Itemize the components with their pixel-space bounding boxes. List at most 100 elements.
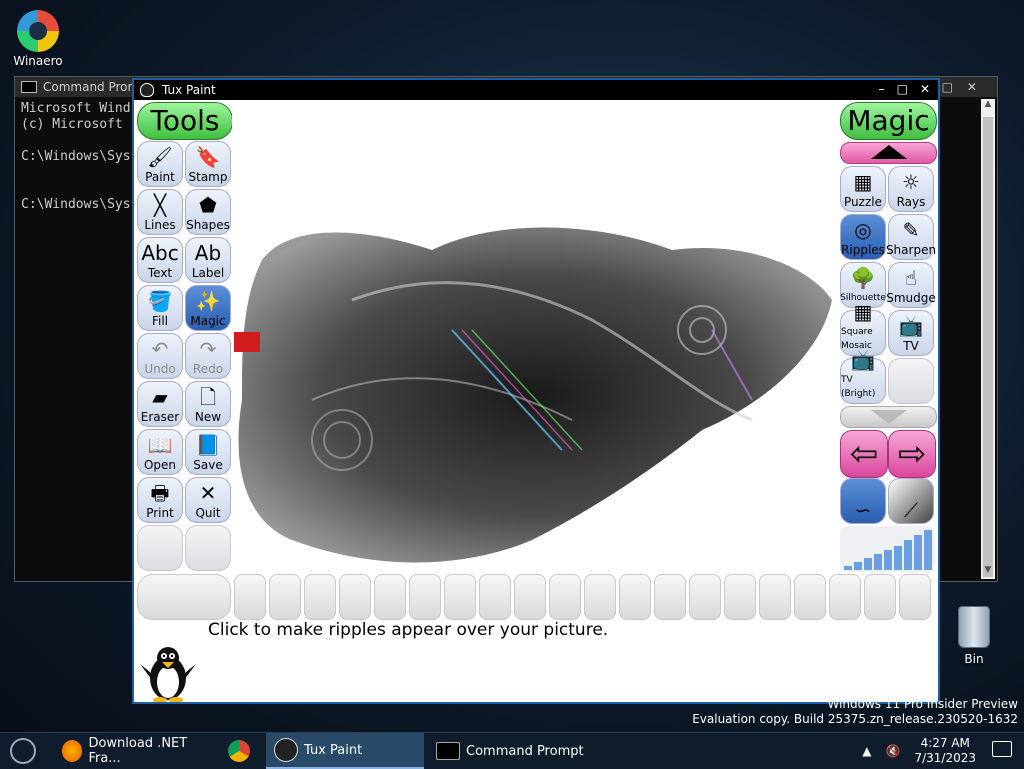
color-swatch[interactable] [549,574,581,620]
speaker-muted-icon[interactable]: 🔇 [886,744,901,758]
tool-quit-button[interactable]: ✕ Quit [185,477,231,523]
stamp-icon: 🔖 [195,145,221,169]
color-swatch[interactable] [724,574,756,620]
start-button[interactable] [6,733,40,769]
color-swatch[interactable] [444,574,476,620]
tool-label: Label [191,266,225,280]
tools-header: Tools [137,102,233,140]
magic-scroll-down-button[interactable] [840,406,937,428]
cmd-scrollbar[interactable]: ▲ ▼ [981,99,995,579]
color-swatch[interactable] [584,574,616,620]
tv-icon: 📺 [898,314,924,338]
color-swatch[interactable] [374,574,406,620]
tp-window-controls[interactable]: – □ ✕ [879,82,930,96]
taskbar-item-chrome[interactable] [220,733,260,769]
printer-icon: 🖶 [150,481,170,505]
lines-icon: ╳ [153,193,167,217]
tool-label: Undo [144,362,176,376]
tool-print-button[interactable]: 🖶 Print [137,477,183,523]
color-swatch[interactable] [339,574,371,620]
taskbar: Download .NET Fra... Tux Paint Command P… [0,732,1024,769]
magic-smudge-button[interactable]: ☝ Smudge [886,262,936,308]
magic-label: Smudge [886,291,936,305]
tool-text-button[interactable]: Abc Text [137,237,183,283]
scroll-thumb[interactable] [983,117,993,577]
tool-label-button[interactable]: Ab Label [185,237,231,283]
notification-icon[interactable] [992,741,1012,757]
current-color-slot[interactable] [137,574,231,620]
tool-redo-button[interactable]: ↷ Redo [185,333,231,379]
tool-shapes-button[interactable]: ⬟ Shapes [185,189,231,235]
magic-next-button[interactable]: ⇨ [888,430,936,478]
color-swatch[interactable] [899,574,931,620]
color-swatch[interactable] [304,574,336,620]
magic-mode-paint-button[interactable]: ∽ [840,478,886,524]
chevron-up-icon[interactable]: ▲ [862,744,871,758]
taskbar-item-tuxpaint[interactable]: Tux Paint [266,733,424,769]
minimize-icon[interactable]: – [879,82,885,96]
tool-open-button[interactable]: 📖 Open [137,429,183,475]
color-swatch[interactable] [759,574,791,620]
magic-tv-bright-button[interactable]: 📺 TV (Bright) [840,348,886,404]
wand-stroke-icon: ∽ [854,498,872,522]
tool-label: Stamp [188,170,228,184]
scroll-up-icon[interactable]: ▲ [981,99,995,113]
color-swatch[interactable] [864,574,896,620]
color-swatch[interactable] [479,574,511,620]
magic-label: Sharpen [885,243,937,257]
magic-prev-button[interactable]: ⇦ [840,430,888,478]
desktop-icon-label: Winaero [13,54,63,68]
taskbar-item-cmd[interactable]: Command Prompt [428,733,584,769]
tool-label: Open [143,458,177,472]
color-swatch[interactable] [269,574,301,620]
color-swatch[interactable] [409,574,441,620]
tool-save-button[interactable]: 📘 Save [185,429,231,475]
color-swatch[interactable] [654,574,686,620]
tp-title-bar[interactable]: Tux Paint – □ ✕ [134,80,938,100]
label-icon: Ab [194,241,222,265]
magic-ripples-button[interactable]: ◎ Ripples [840,214,886,260]
tool-paint-button[interactable]: 🖌 Paint [137,141,183,187]
color-swatch[interactable] [619,574,651,620]
desktop-icon-winaero[interactable]: Winaero [6,10,70,68]
color-swatch[interactable] [234,574,266,620]
tool-magic-button[interactable]: ✨ Magic [185,285,231,331]
brush-size-slider[interactable] [840,526,935,572]
color-swatch[interactable] [794,574,826,620]
magic-scroll-up-button[interactable] [840,142,937,164]
redo-icon: ↷ [199,337,217,361]
drawing-canvas[interactable] [232,100,838,574]
tool-undo-button[interactable]: ↶ Undo [137,333,183,379]
magic-tv-button[interactable]: 📺 TV [888,310,934,356]
maximize-icon[interactable]: □ [897,82,908,96]
empty-tool-slot [137,525,183,571]
color-swatch[interactable] [514,574,546,620]
tuxpaint-icon [274,738,298,762]
tool-new-button[interactable]: 🗋 New [185,381,231,427]
magic-rays-button[interactable]: ☼ Rays [888,166,934,212]
magic-label: Puzzle [844,195,882,209]
taskbar-item-label: Download .NET Fra... [88,736,188,766]
tool-stamp-button[interactable]: 🔖 Stamp [185,141,231,187]
tool-eraser-button[interactable]: ▰ Eraser [137,381,183,427]
puzzle-icon: ▦ [853,170,873,194]
tool-label: Text [147,266,173,280]
color-swatch[interactable] [689,574,721,620]
close-icon[interactable]: ✕ [920,82,930,96]
magic-label: TV (Bright) [841,375,876,399]
quit-icon: ✕ [199,481,217,505]
tool-fill-button[interactable]: 🪣 Fill [137,285,183,331]
tool-lines-button[interactable]: ╳ Lines [137,189,183,235]
color-swatch[interactable] [829,574,861,620]
magic-puzzle-button[interactable]: ▦ Puzzle [840,166,886,212]
magic-mode-fullscreen-button[interactable]: ⟋ [888,478,934,524]
magic-sharpen-button[interactable]: ✎ Sharpen [885,214,937,260]
clock[interactable]: 4:27 AM 7/31/2023 [914,736,976,766]
watermark-line1: Windows 11 Pro Insider Preview [827,697,1018,711]
right-arrow-icon: ⇨ [897,434,927,474]
taskbar-item-firefox[interactable]: Download .NET Fra... [54,733,214,769]
scroll-down-icon[interactable]: ▼ [981,565,995,579]
system-tray: ▲ 🔇 4:27 AM 7/31/2023 [862,733,976,769]
desktop-icon-recycle-bin[interactable]: Bin [942,606,1006,666]
eraser-icon: ▰ [152,385,168,409]
